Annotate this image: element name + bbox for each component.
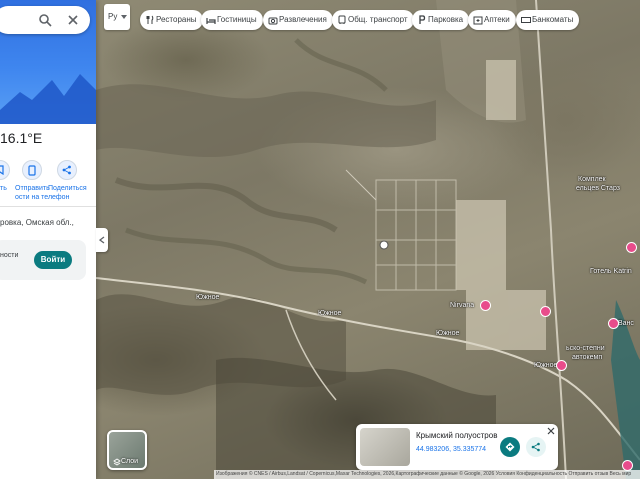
satellite-map[interactable]: Южное Южное Южное Южное Nirvana Комплек … — [96, 0, 640, 479]
divider — [0, 206, 96, 207]
poi-marker[interactable] — [608, 318, 619, 329]
directions-button[interactable] — [500, 437, 520, 457]
chip-label: Гостиницы — [217, 15, 257, 24]
place-label-vanso[interactable]: Ванс — [618, 320, 634, 327]
address-text: ровка, Омская обл., — [0, 218, 74, 227]
location-coordinates[interactable]: 44.983206, 35.335774 — [416, 446, 486, 453]
place-label-nirvana[interactable]: Nirvana — [450, 302, 474, 309]
chip-label: Аптеки — [484, 15, 510, 24]
layers-icon — [113, 458, 121, 466]
save-icon — [0, 165, 4, 175]
chip-label: Рестораны — [156, 15, 197, 24]
location-thumbnail[interactable] — [360, 428, 410, 466]
share-label: Поделиться — [48, 185, 87, 192]
chevron-left-icon — [99, 236, 105, 244]
share-icon — [531, 442, 540, 452]
search-box[interactable] — [0, 6, 90, 34]
chip-entertainment[interactable]: Развлечения — [263, 10, 333, 30]
place-marker[interactable] — [379, 240, 389, 250]
road-label: Южное — [318, 310, 342, 317]
chip-restaurants[interactable]: Рестораны — [140, 10, 203, 30]
road-label: Южное — [436, 330, 460, 337]
transit-icon — [338, 15, 346, 24]
close-icon[interactable] — [66, 13, 80, 27]
language-select[interactable]: Ру — [104, 4, 130, 30]
chip-hotels[interactable]: Гостиницы — [201, 10, 263, 30]
close-icon[interactable] — [546, 426, 556, 436]
map-attribution: Изображения © CNES / Airbus,Landsat / Co… — [214, 470, 640, 479]
signin-card: ности Войти — [0, 240, 86, 280]
signin-button[interactable]: Войти — [34, 251, 72, 269]
place-label-complex-2[interactable]: ельцев Старз — [576, 185, 620, 192]
chip-atm[interactable]: Банкоматы — [516, 10, 580, 30]
atm-icon — [521, 17, 531, 23]
poi-marker[interactable] — [626, 242, 637, 253]
poi-marker[interactable] — [480, 300, 491, 311]
poi-marker[interactable] — [556, 360, 567, 371]
language-label: Ру — [108, 12, 118, 21]
directions-icon — [505, 442, 515, 452]
place-label-campsite[interactable]: ьско-степни — [566, 345, 605, 352]
coordinates-title: 16.1°E — [0, 130, 43, 146]
share-icon — [62, 165, 71, 175]
chip-label: Парковка — [428, 15, 464, 24]
panel-hero-image — [0, 0, 96, 124]
layers-button[interactable]: Слои — [107, 430, 147, 470]
place-label-hotel[interactable]: Готель Katrin — [590, 268, 632, 275]
phone-icon — [28, 164, 36, 176]
chip-transit[interactable]: Общ. транспорт — [332, 10, 414, 30]
save-button[interactable] — [0, 160, 10, 180]
save-label: ть — [0, 185, 7, 192]
send-to-phone-button[interactable] — [22, 160, 42, 180]
hotel-icon — [206, 18, 216, 24]
chevron-down-icon — [121, 15, 127, 19]
share-button[interactable] — [57, 160, 77, 180]
place-label-campsite-2[interactable]: автокемп — [572, 354, 602, 361]
action-buttons: ть Отправить ости на телефон Поделиться — [0, 160, 96, 201]
layers-label: Слои — [121, 458, 139, 465]
camera-icon — [268, 17, 278, 25]
share-location-button[interactable] — [526, 437, 546, 457]
parking-icon — [419, 15, 426, 24]
poi-marker[interactable] — [540, 306, 551, 317]
chip-label: Банкоматы — [532, 15, 574, 24]
place-details-panel: 16.1°E ть Отправить ости на телефон Поде… — [0, 0, 96, 479]
road-label: Южное — [196, 294, 220, 301]
search-icon[interactable] — [38, 13, 52, 27]
road-label: Южное — [534, 362, 558, 369]
collapse-panel-button[interactable] — [96, 228, 108, 252]
restaurant-icon — [146, 15, 154, 24]
signin-prompt: ности — [0, 252, 19, 259]
pharmacy-icon — [473, 16, 483, 25]
location-info-card[interactable]: Крымский полуостров 44.983206, 35.335774 — [356, 424, 558, 470]
chip-label: Развлечения — [279, 15, 327, 24]
location-title[interactable]: Крымский полуостров — [416, 431, 497, 440]
place-label-complex[interactable]: Комплек — [578, 176, 606, 183]
chip-pharmacy[interactable]: Аптеки — [468, 10, 516, 30]
chip-label: Общ. транспорт — [348, 15, 408, 24]
chip-parking[interactable]: Парковка — [412, 10, 470, 30]
map-terrain — [96, 0, 640, 479]
